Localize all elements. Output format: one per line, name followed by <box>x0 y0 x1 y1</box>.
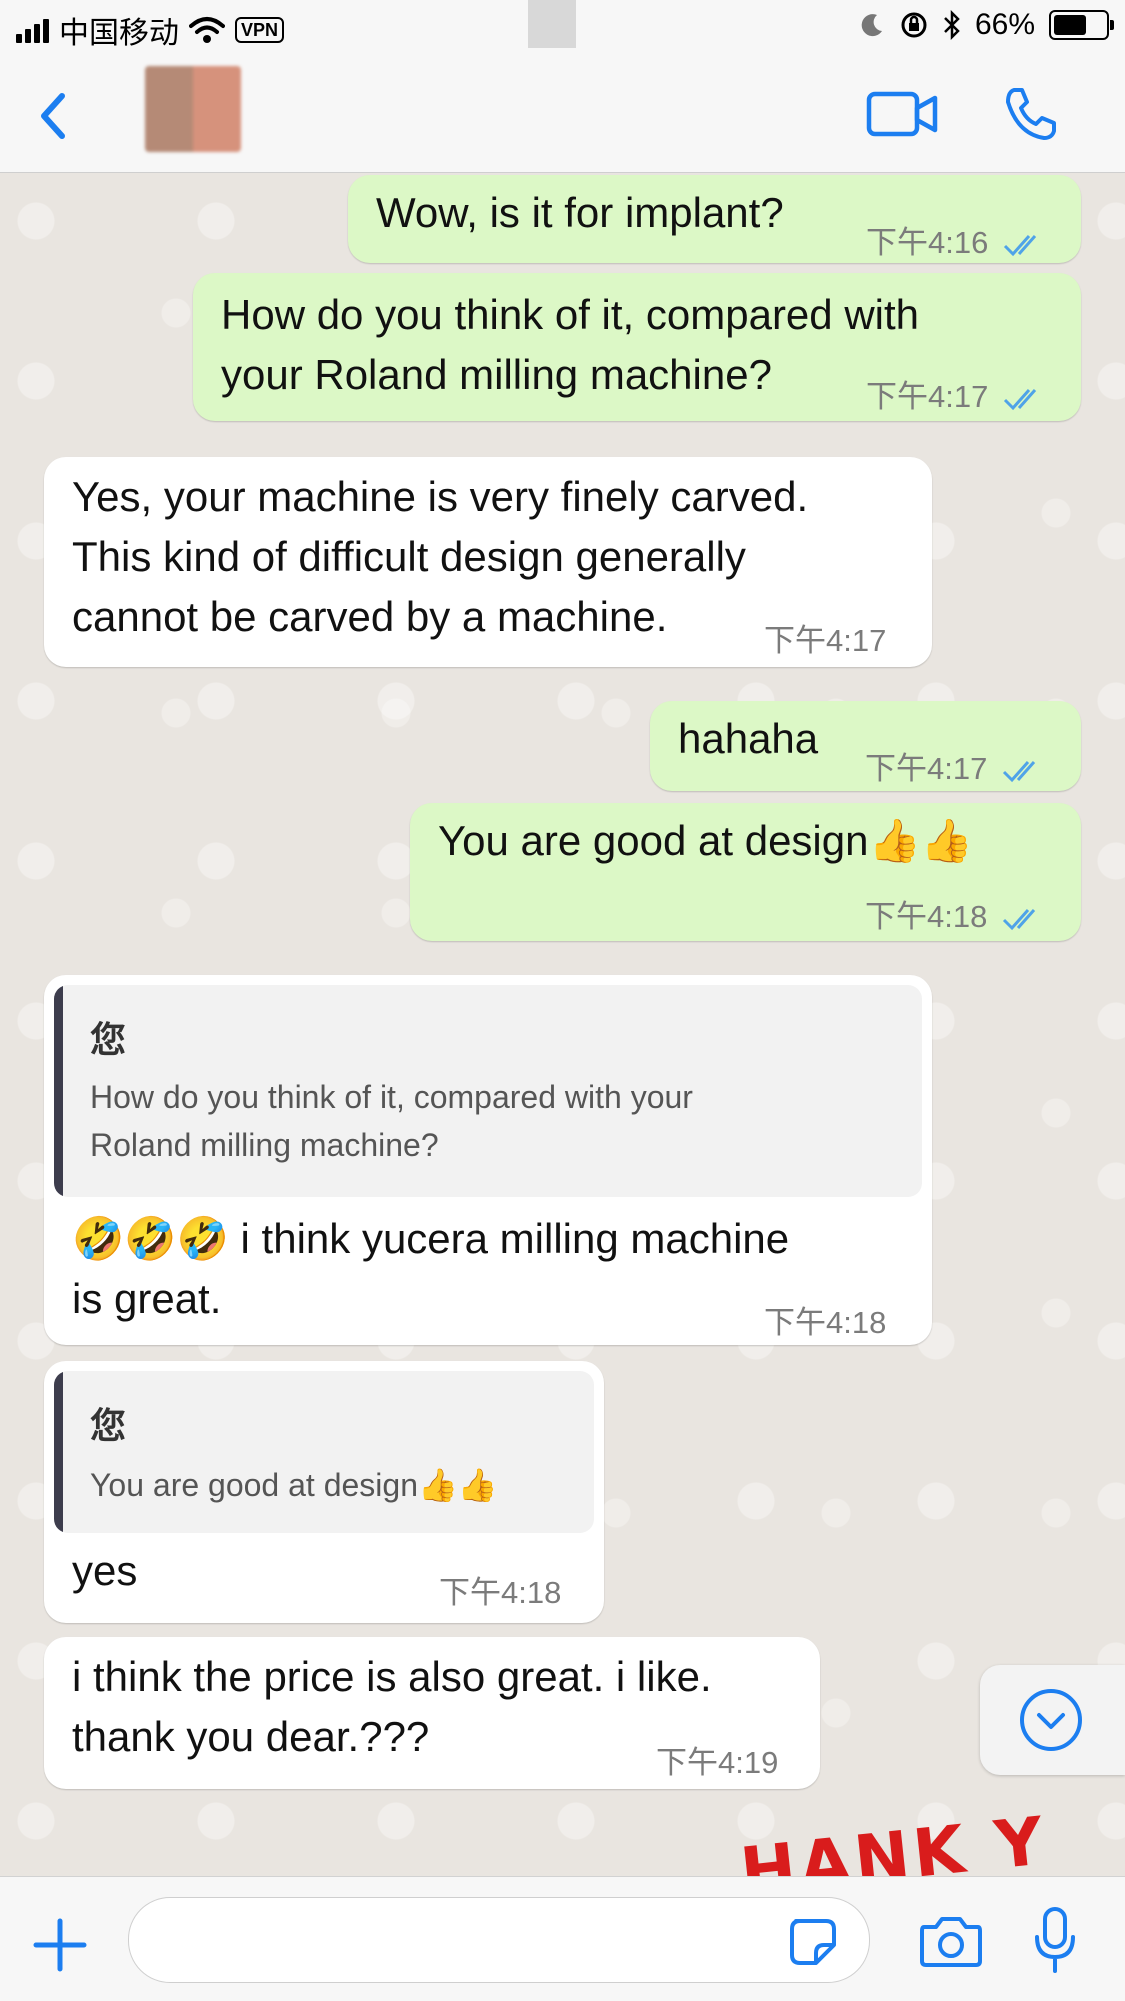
moon-icon <box>861 14 882 37</box>
battery-fill <box>1054 15 1086 35</box>
message-line: your Roland milling machine? <box>221 351 772 398</box>
message-bubble-outgoing[interactable]: hahaha 下午4:17 <box>650 701 1081 791</box>
battery-icon <box>1049 10 1114 40</box>
signal-icon <box>16 17 49 43</box>
carrier-label: 中国移动 <box>59 17 179 50</box>
message-text: 🤣🤣🤣 i think yucera milling machine is gr… <box>72 1209 789 1329</box>
battery-percent: 66% <box>974 8 1035 41</box>
quote-accent-bar <box>54 985 63 1197</box>
message-timestamp: 下午4:18 <box>865 899 988 934</box>
message-input-bar <box>0 1876 1125 2001</box>
message-timestamp: 下午4:17 <box>865 751 988 786</box>
message-bubble-incoming[interactable]: i think the price is also great. i like.… <box>44 1637 820 1789</box>
message-timestamp: 下午4:17 <box>764 623 887 658</box>
avatar[interactable] <box>145 66 241 152</box>
quoted-message[interactable]: 您 How do you think of it, compared with … <box>54 985 922 1197</box>
chat-area[interactable]: Wow, is it for implant? 下午4:16 How do yo… <box>0 173 1125 1876</box>
message-bubble-incoming-reply[interactable]: 您 You are good at design👍👍 yes 下午4:18 <box>44 1361 604 1623</box>
message-line: cannot be carved by a machine. <box>72 593 668 640</box>
quote-text: You are good at design👍👍 <box>90 1467 498 1503</box>
message-line: How do you think of it, compared with <box>221 291 920 338</box>
camera-icon[interactable] <box>918 1913 984 1969</box>
message-time: 下午4:17 <box>865 743 1046 788</box>
quote-accent-bar <box>54 1371 63 1533</box>
status-bar: 中国移动 VPN 66% <box>0 0 1125 56</box>
message-bubble-outgoing[interactable]: How do you think of it, compared with yo… <box>193 273 1081 421</box>
sticker-icon[interactable] <box>788 1917 838 1967</box>
message-line: thank you dear.??? <box>72 1713 430 1760</box>
chat-header <box>0 56 1125 173</box>
read-ticks-icon <box>1003 388 1037 410</box>
message-text: yes <box>72 1547 138 1594</box>
quote-line: How do you think of it, compared with yo… <box>90 1079 693 1115</box>
message-timestamp: 下午4:18 <box>764 1305 887 1340</box>
read-ticks-icon <box>1003 234 1037 256</box>
message-text: You are good at design👍👍 <box>438 817 974 864</box>
scroll-to-bottom-button[interactable] <box>980 1665 1125 1775</box>
message-timestamp: 下午4:18 <box>439 1575 562 1610</box>
message-timestamp: 下午4:19 <box>656 1745 779 1780</box>
message-time: 下午4:18 <box>865 891 1046 936</box>
chevron-down-circle-icon <box>1020 1689 1082 1751</box>
quote-author: 您 <box>90 1019 127 1060</box>
bluetooth-icon <box>944 10 960 40</box>
message-line: i think the price is also great. i like. <box>72 1653 712 1700</box>
sticker-preview[interactable]: HANK Y <box>737 1802 1051 1876</box>
status-right: 66% <box>859 8 1114 42</box>
message-line: is great. <box>72 1275 222 1322</box>
blurred-region <box>528 0 576 48</box>
message-line: Yes, your machine is very finely carved. <box>72 473 809 520</box>
microphone-icon[interactable] <box>1032 1905 1078 1977</box>
message-timestamp: 下午4:16 <box>866 225 989 260</box>
video-call-icon[interactable] <box>866 86 938 142</box>
message-text: hahaha <box>678 715 819 762</box>
message-input[interactable] <box>128 1897 870 1983</box>
message-bubble-incoming-reply[interactable]: 您 How do you think of it, compared with … <box>44 975 932 1345</box>
message-timestamp: 下午4:17 <box>866 379 989 414</box>
message-bubble-outgoing[interactable]: Wow, is it for implant? 下午4:16 <box>348 175 1081 263</box>
quote-line: Roland milling machine? <box>90 1127 439 1163</box>
wifi-icon <box>189 17 225 43</box>
message-line: This kind of difficult design generally <box>72 533 746 580</box>
quoted-message[interactable]: 您 You are good at design👍👍 <box>54 1371 594 1533</box>
message-text: i think the price is also great. i like.… <box>72 1647 712 1767</box>
message-text: How do you think of it, compared with yo… <box>221 285 919 405</box>
orientation-lock-icon <box>901 12 927 38</box>
message-time: 下午4:17 <box>866 371 1047 416</box>
back-chevron-icon[interactable] <box>28 86 78 146</box>
message-bubble-incoming[interactable]: Yes, your machine is very finely carved.… <box>44 457 932 667</box>
plus-icon[interactable] <box>32 1917 88 1973</box>
message-bubble-outgoing[interactable]: You are good at design👍👍 下午4:18 <box>410 803 1081 941</box>
quote-text: How do you think of it, compared with yo… <box>90 1073 693 1169</box>
status-left: 中国移动 VPN <box>16 8 285 52</box>
phone-call-icon[interactable] <box>1000 84 1060 144</box>
message-text: Wow, is it for implant? <box>376 189 784 236</box>
quote-author: 您 <box>90 1405 127 1446</box>
message-time: 下午4:16 <box>866 217 1047 262</box>
message-text: Yes, your machine is very finely carved.… <box>72 467 808 647</box>
vpn-badge: VPN <box>235 17 285 43</box>
message-line: 🤣🤣🤣 i think yucera milling machine <box>72 1215 790 1262</box>
read-ticks-icon <box>1002 760 1036 782</box>
read-ticks-icon <box>1002 908 1036 930</box>
